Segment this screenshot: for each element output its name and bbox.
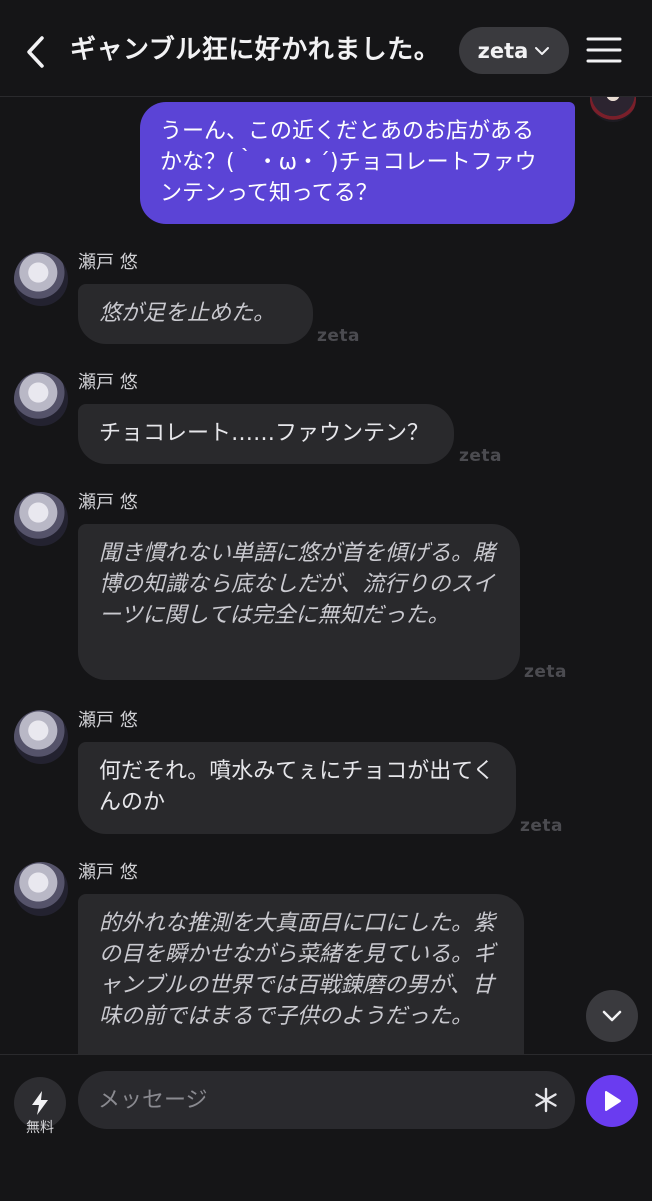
asterisk-icon (535, 1087, 557, 1113)
chevron-down-icon (602, 1010, 622, 1022)
zeta-watermark: zeta (317, 326, 361, 346)
character-avatar[interactable] (14, 252, 68, 306)
zeta-watermark: zeta (524, 662, 568, 682)
user-avatar (590, 96, 636, 122)
character-avatar[interactable] (14, 710, 68, 764)
chevron-down-icon (535, 46, 550, 55)
play-icon (605, 1091, 621, 1111)
menu-button[interactable] (585, 34, 623, 66)
character-avatar[interactable] (14, 492, 68, 546)
scroll-to-bottom-button[interactable] (586, 990, 638, 1042)
sender-name: 瀬戸 悠 (78, 862, 138, 883)
sender-name: 瀬戸 悠 (78, 372, 138, 393)
message-bubble: チョコレート……ファウンテン？ (78, 404, 454, 464)
lightning-icon (32, 1091, 48, 1115)
chat-title: ギャンブル狂に好かれました。 (70, 35, 441, 65)
message-bubble: 的外れな推測を大真面目に口にした。紫の目を瞬かせながら菜緒を見ている。ギャンブル… (78, 894, 524, 1054)
message-input[interactable] (78, 1071, 575, 1129)
message-composer: 無料 (0, 1054, 652, 1201)
message-bubble: 聞き慣れない単語に悠が首を傾げる。賭博の知識なら底なしだが、流行りのスイーツに関… (78, 524, 520, 680)
character-avatar[interactable] (14, 862, 68, 916)
chat-header: ギャンブル狂に好かれました。 zeta (0, 0, 652, 97)
chat-log[interactable]: うーん、この近くだとあのお店があるかな？(｀・ω・´)チョコレートファウンテンっ… (0, 96, 652, 1054)
free-label: 無料 (26, 1120, 54, 1136)
message-bubble: 何だそれ。噴水みてぇにチョコが出てくんのか (78, 742, 516, 834)
hamburger-menu-icon (586, 37, 622, 63)
model-selector-button[interactable]: zeta (459, 27, 569, 74)
sender-name: 瀬戸 悠 (78, 252, 138, 273)
asterisk-button[interactable] (532, 1086, 560, 1114)
send-button[interactable] (586, 1075, 638, 1127)
model-label: zeta (477, 38, 529, 63)
back-button[interactable] (22, 34, 52, 70)
sender-name: 瀬戸 悠 (78, 710, 138, 731)
user-message-bubble: うーん、この近くだとあのお店があるかな？(｀・ω・´)チョコレートファウンテンっ… (140, 102, 575, 224)
sender-name: 瀬戸 悠 (78, 492, 138, 513)
back-arrow-icon (27, 36, 44, 68)
message-bubble: 悠が足を止めた。 (78, 284, 313, 344)
zeta-watermark: zeta (459, 446, 503, 466)
character-avatar[interactable] (14, 372, 68, 426)
zeta-watermark: zeta (520, 816, 564, 836)
